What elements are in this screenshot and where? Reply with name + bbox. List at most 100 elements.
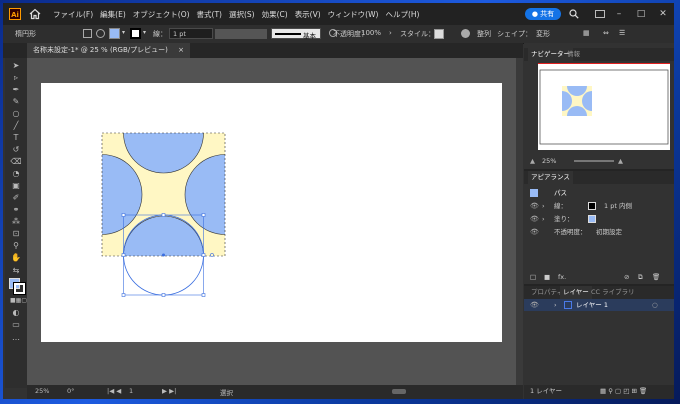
zoom-slider[interactable] bbox=[574, 160, 614, 162]
menu-item-view[interactable]: 表示(V) bbox=[295, 9, 321, 20]
appearance-fill-row[interactable]: 👁 › 塗り： bbox=[524, 213, 674, 225]
rotate-tool-icon[interactable]: ↺ bbox=[10, 145, 22, 155]
add-stroke-icon[interactable]: □ bbox=[530, 271, 536, 283]
variable-width-profile[interactable] bbox=[215, 29, 267, 39]
add-effect-button[interactable]: fx. bbox=[558, 271, 566, 283]
add-fill-icon[interactable]: ■ bbox=[544, 271, 550, 283]
menu-item-edit[interactable]: 編集(E) bbox=[100, 9, 126, 20]
eye-icon[interactable]: 👁 bbox=[530, 299, 539, 311]
menu-item-help[interactable]: ヘルプ(H) bbox=[385, 9, 419, 20]
clear-appearance-icon[interactable]: ⊘ bbox=[624, 271, 629, 283]
line-tool-icon[interactable]: ╱ bbox=[10, 121, 22, 131]
draw-mode-icon[interactable]: ◐ bbox=[10, 308, 22, 318]
type-tool-icon[interactable]: T bbox=[10, 133, 22, 143]
home-icon[interactable] bbox=[29, 8, 41, 20]
transform-button[interactable]: 変形 bbox=[536, 29, 550, 39]
blend-tool-icon[interactable]: ⚭ bbox=[10, 205, 22, 215]
edit-toolbar-icon[interactable]: … bbox=[10, 333, 22, 343]
navigator-zoom-value[interactable]: 25% bbox=[542, 155, 556, 167]
search-icon[interactable] bbox=[569, 9, 579, 19]
tab-appearance[interactable]: アピアランス bbox=[528, 171, 573, 184]
selection-tool-icon[interactable]: ➤ bbox=[10, 61, 22, 71]
align-button[interactable]: 整列 bbox=[477, 29, 491, 39]
arrange-icon[interactable]: ⇔ bbox=[603, 29, 609, 37]
direct-selection-tool-icon[interactable]: ▹ bbox=[10, 73, 22, 83]
hand-tool-icon[interactable]: ✋ bbox=[10, 253, 22, 263]
layer-row[interactable]: 👁 › レイヤー 1 ○ bbox=[524, 299, 674, 311]
expand-icon[interactable]: › bbox=[542, 200, 545, 212]
eraser-tool-icon[interactable]: ⌫ bbox=[10, 157, 22, 167]
isolate-icon[interactable]: ▦ bbox=[583, 29, 590, 37]
maximize-button[interactable]: □ bbox=[630, 3, 652, 25]
opacity-row-value[interactable]: 初期設定 bbox=[596, 226, 622, 238]
recolor-artwork-icon[interactable] bbox=[461, 29, 470, 38]
document-tab[interactable]: 名称未設定-1* @ 25 % (RGB/プレビュー) × bbox=[27, 43, 190, 58]
menu-item-window[interactable]: ウィンドウ(W) bbox=[328, 9, 379, 20]
swap-colors-icon[interactable]: ⇆ bbox=[10, 266, 22, 276]
canvas-area[interactable] bbox=[27, 58, 523, 385]
rotation-value[interactable]: 0° bbox=[67, 387, 74, 395]
workspace-icon[interactable] bbox=[595, 10, 605, 18]
layer-expand-icon[interactable]: › bbox=[554, 299, 557, 311]
artboard-tool-icon[interactable]: ⊡ bbox=[10, 229, 22, 239]
close-tab-icon[interactable]: × bbox=[178, 46, 184, 54]
shape-builder-tool-icon[interactable]: ◔ bbox=[10, 169, 22, 179]
graphic-style-swatch[interactable] bbox=[434, 29, 444, 39]
layer-name[interactable]: レイヤー 1 bbox=[576, 299, 608, 311]
artwork[interactable] bbox=[41, 83, 502, 342]
zoom-out-icon[interactable]: ▲ bbox=[530, 155, 535, 167]
color-mode-icons[interactable]: ■▦▢ bbox=[10, 296, 27, 306]
stroke-row-swatch[interactable] bbox=[588, 202, 596, 210]
zoom-tool-icon[interactable]: ⚲ bbox=[10, 241, 22, 251]
artboard-nav-next-icon[interactable]: ▶ ▶| bbox=[162, 387, 176, 395]
panel-menu-icon[interactable]: ☰ bbox=[619, 29, 625, 37]
shape-label[interactable]: シェイプ： bbox=[497, 29, 532, 39]
menu-item-file[interactable]: ファイル(F) bbox=[53, 9, 93, 20]
pen-tool-icon[interactable]: ✒ bbox=[10, 85, 22, 95]
menu-item-object[interactable]: オブジェクト(O) bbox=[133, 9, 190, 20]
zoom-in-icon[interactable]: ▲ bbox=[618, 155, 623, 167]
close-window-button[interactable]: ✕ bbox=[652, 3, 674, 25]
ellipse-tool-icon[interactable]: ○ bbox=[10, 109, 22, 119]
menu-item-select[interactable]: 選択(S) bbox=[229, 9, 255, 20]
curvature-tool-icon[interactable]: ✎ bbox=[10, 97, 22, 107]
appearance-stroke-row[interactable]: 👁 › 線： 1 pt 内側 bbox=[524, 200, 674, 212]
share-button[interactable]: ● 共有 bbox=[525, 8, 561, 20]
delete-item-icon[interactable]: 🗑 bbox=[652, 271, 660, 283]
stroke-row-value[interactable]: 1 pt 内側 bbox=[604, 200, 632, 212]
opacity-value[interactable]: 100% bbox=[361, 29, 381, 37]
zoom-level[interactable]: 25% bbox=[35, 387, 49, 395]
transform-icon[interactable] bbox=[83, 29, 92, 38]
layer-target-icon[interactable]: ○ bbox=[652, 299, 658, 311]
recolor-icon[interactable] bbox=[96, 29, 105, 38]
fill-dropdown-icon[interactable]: ▾ bbox=[122, 29, 125, 36]
fill-row-swatch[interactable] bbox=[588, 215, 596, 223]
tab-info[interactable]: 情報 bbox=[564, 48, 583, 61]
brush-definition[interactable]: 基本 bbox=[271, 28, 321, 40]
appearance-opacity-row[interactable]: 👁 不透明度： 初期設定 bbox=[524, 226, 674, 238]
opacity-arrow-icon[interactable]: › bbox=[389, 29, 392, 37]
stroke-swatch[interactable] bbox=[130, 28, 141, 39]
expand-icon[interactable]: › bbox=[542, 213, 545, 225]
stroke-weight-field[interactable]: 1 pt bbox=[169, 28, 213, 39]
eye-icon[interactable]: 👁 bbox=[530, 213, 539, 225]
stroke-dropdown-icon[interactable]: ▾ bbox=[143, 29, 146, 36]
vertical-scrollbar[interactable] bbox=[516, 58, 523, 385]
duplicate-item-icon[interactable]: ⧉ bbox=[638, 271, 643, 283]
minimize-button[interactable]: – bbox=[608, 3, 630, 25]
eye-icon[interactable]: 👁 bbox=[530, 200, 539, 212]
artboard-nav-prev-icon[interactable]: |◀ ◀ bbox=[107, 387, 121, 395]
horizontal-scrollbar-thumb[interactable] bbox=[392, 389, 406, 394]
artboard-number[interactable]: 1 bbox=[129, 387, 133, 395]
menu-item-effect[interactable]: 効果(C) bbox=[262, 9, 288, 20]
eye-icon[interactable]: 👁 bbox=[530, 226, 539, 238]
fill-swatch[interactable] bbox=[109, 28, 120, 39]
navigator-preview[interactable] bbox=[538, 63, 670, 150]
screen-mode-icon[interactable]: ▭ bbox=[10, 320, 22, 330]
artboard[interactable] bbox=[41, 83, 502, 342]
eyedropper-tool-icon[interactable]: ✐ bbox=[10, 193, 22, 203]
gradient-tool-icon[interactable]: ▣ bbox=[10, 181, 22, 191]
menu-item-type[interactable]: 書式(T) bbox=[197, 9, 222, 20]
symbol-sprayer-tool-icon[interactable]: ⁂ bbox=[10, 217, 22, 227]
layers-footer-icons[interactable]: ▦ ⚲ ▢ ◰ ⊞ 🗑 bbox=[600, 385, 647, 397]
